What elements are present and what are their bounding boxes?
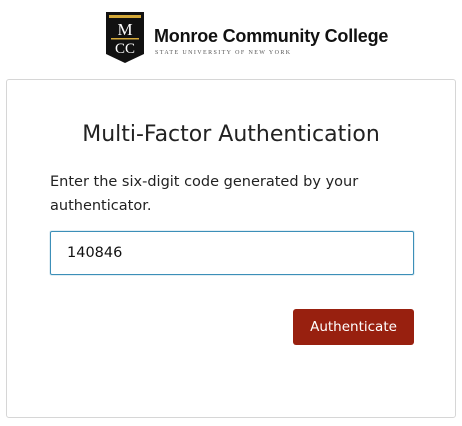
college-name: Monroe Community College xyxy=(154,26,389,46)
mfa-card: Multi-Factor Authentication Enter the si… xyxy=(6,79,456,418)
svg-text:CC: CC xyxy=(115,41,135,57)
mfa-title: Multi-Factor Authentication xyxy=(82,122,380,147)
verification-code-input[interactable] xyxy=(50,231,414,275)
mfa-instructions: Enter the six-digit code generated by yo… xyxy=(50,174,359,214)
mcc-shield-logo: M CC xyxy=(106,12,144,63)
college-subtitle: STATE UNIVERSITY OF NEW YORK xyxy=(155,50,292,56)
svg-text:M: M xyxy=(117,20,132,39)
authenticate-button[interactable]: Authenticate xyxy=(293,309,414,345)
college-logo: M CC Monroe Community College STATE UNIV… xyxy=(106,12,388,64)
mfa-page: M CC Monroe Community College STATE UNIV… xyxy=(0,0,462,426)
